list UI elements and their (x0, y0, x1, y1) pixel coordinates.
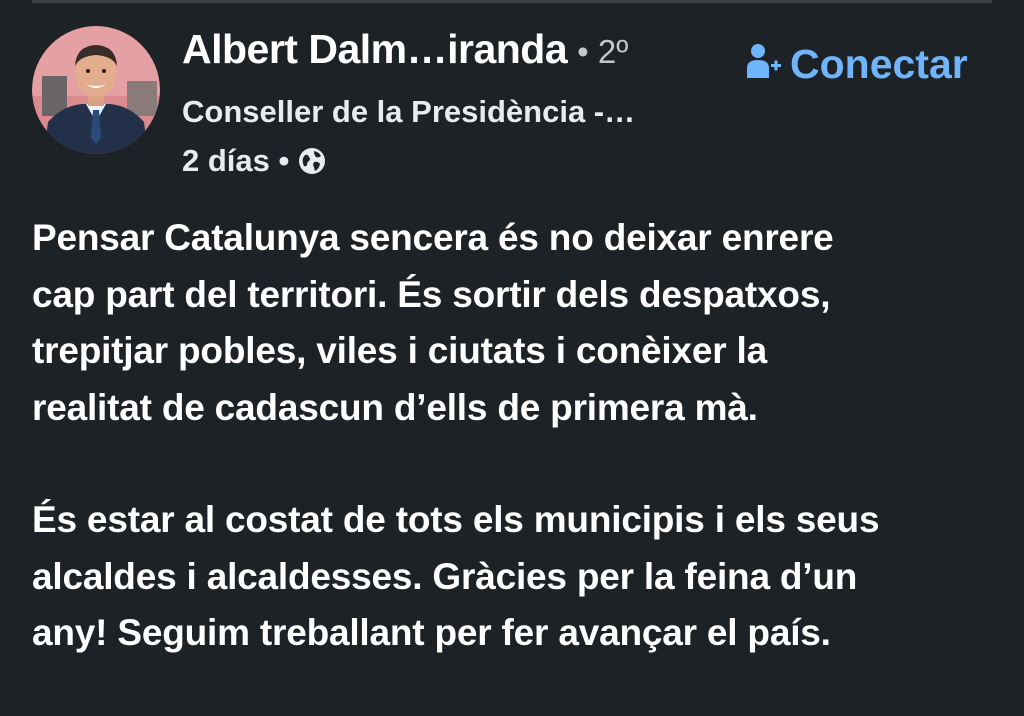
top-divider (32, 0, 992, 3)
post-meta: 2 días • (182, 138, 742, 184)
post-paragraph-1: Pensar Catalunya sencera és no deixar en… (32, 217, 834, 428)
author-name-row: Albert Dalm…iranda • 2º (182, 26, 742, 88)
connect-button[interactable]: Conectar (746, 36, 968, 92)
connection-degree: • 2º (577, 33, 629, 70)
author-title: Conseller de la Presidència -… (182, 94, 636, 129)
post-paragraph-2: És estar al costat de tots els municipis… (32, 499, 880, 653)
author-avatar[interactable] (32, 26, 160, 154)
author-name[interactable]: Albert Dalm…iranda (182, 26, 568, 73)
author-block: Albert Dalm…iranda • 2º Conseller de la … (182, 26, 742, 184)
globe-icon (297, 146, 327, 176)
person-add-icon (746, 42, 782, 87)
avatar-photo (32, 26, 160, 154)
post-age: 2 días • (182, 143, 290, 178)
post-body: Pensar Catalunya sencera és no deixar en… (32, 210, 1002, 662)
post-header: Albert Dalm…iranda • 2º Conseller de la … (32, 26, 992, 186)
connect-label: Conectar (790, 40, 968, 87)
